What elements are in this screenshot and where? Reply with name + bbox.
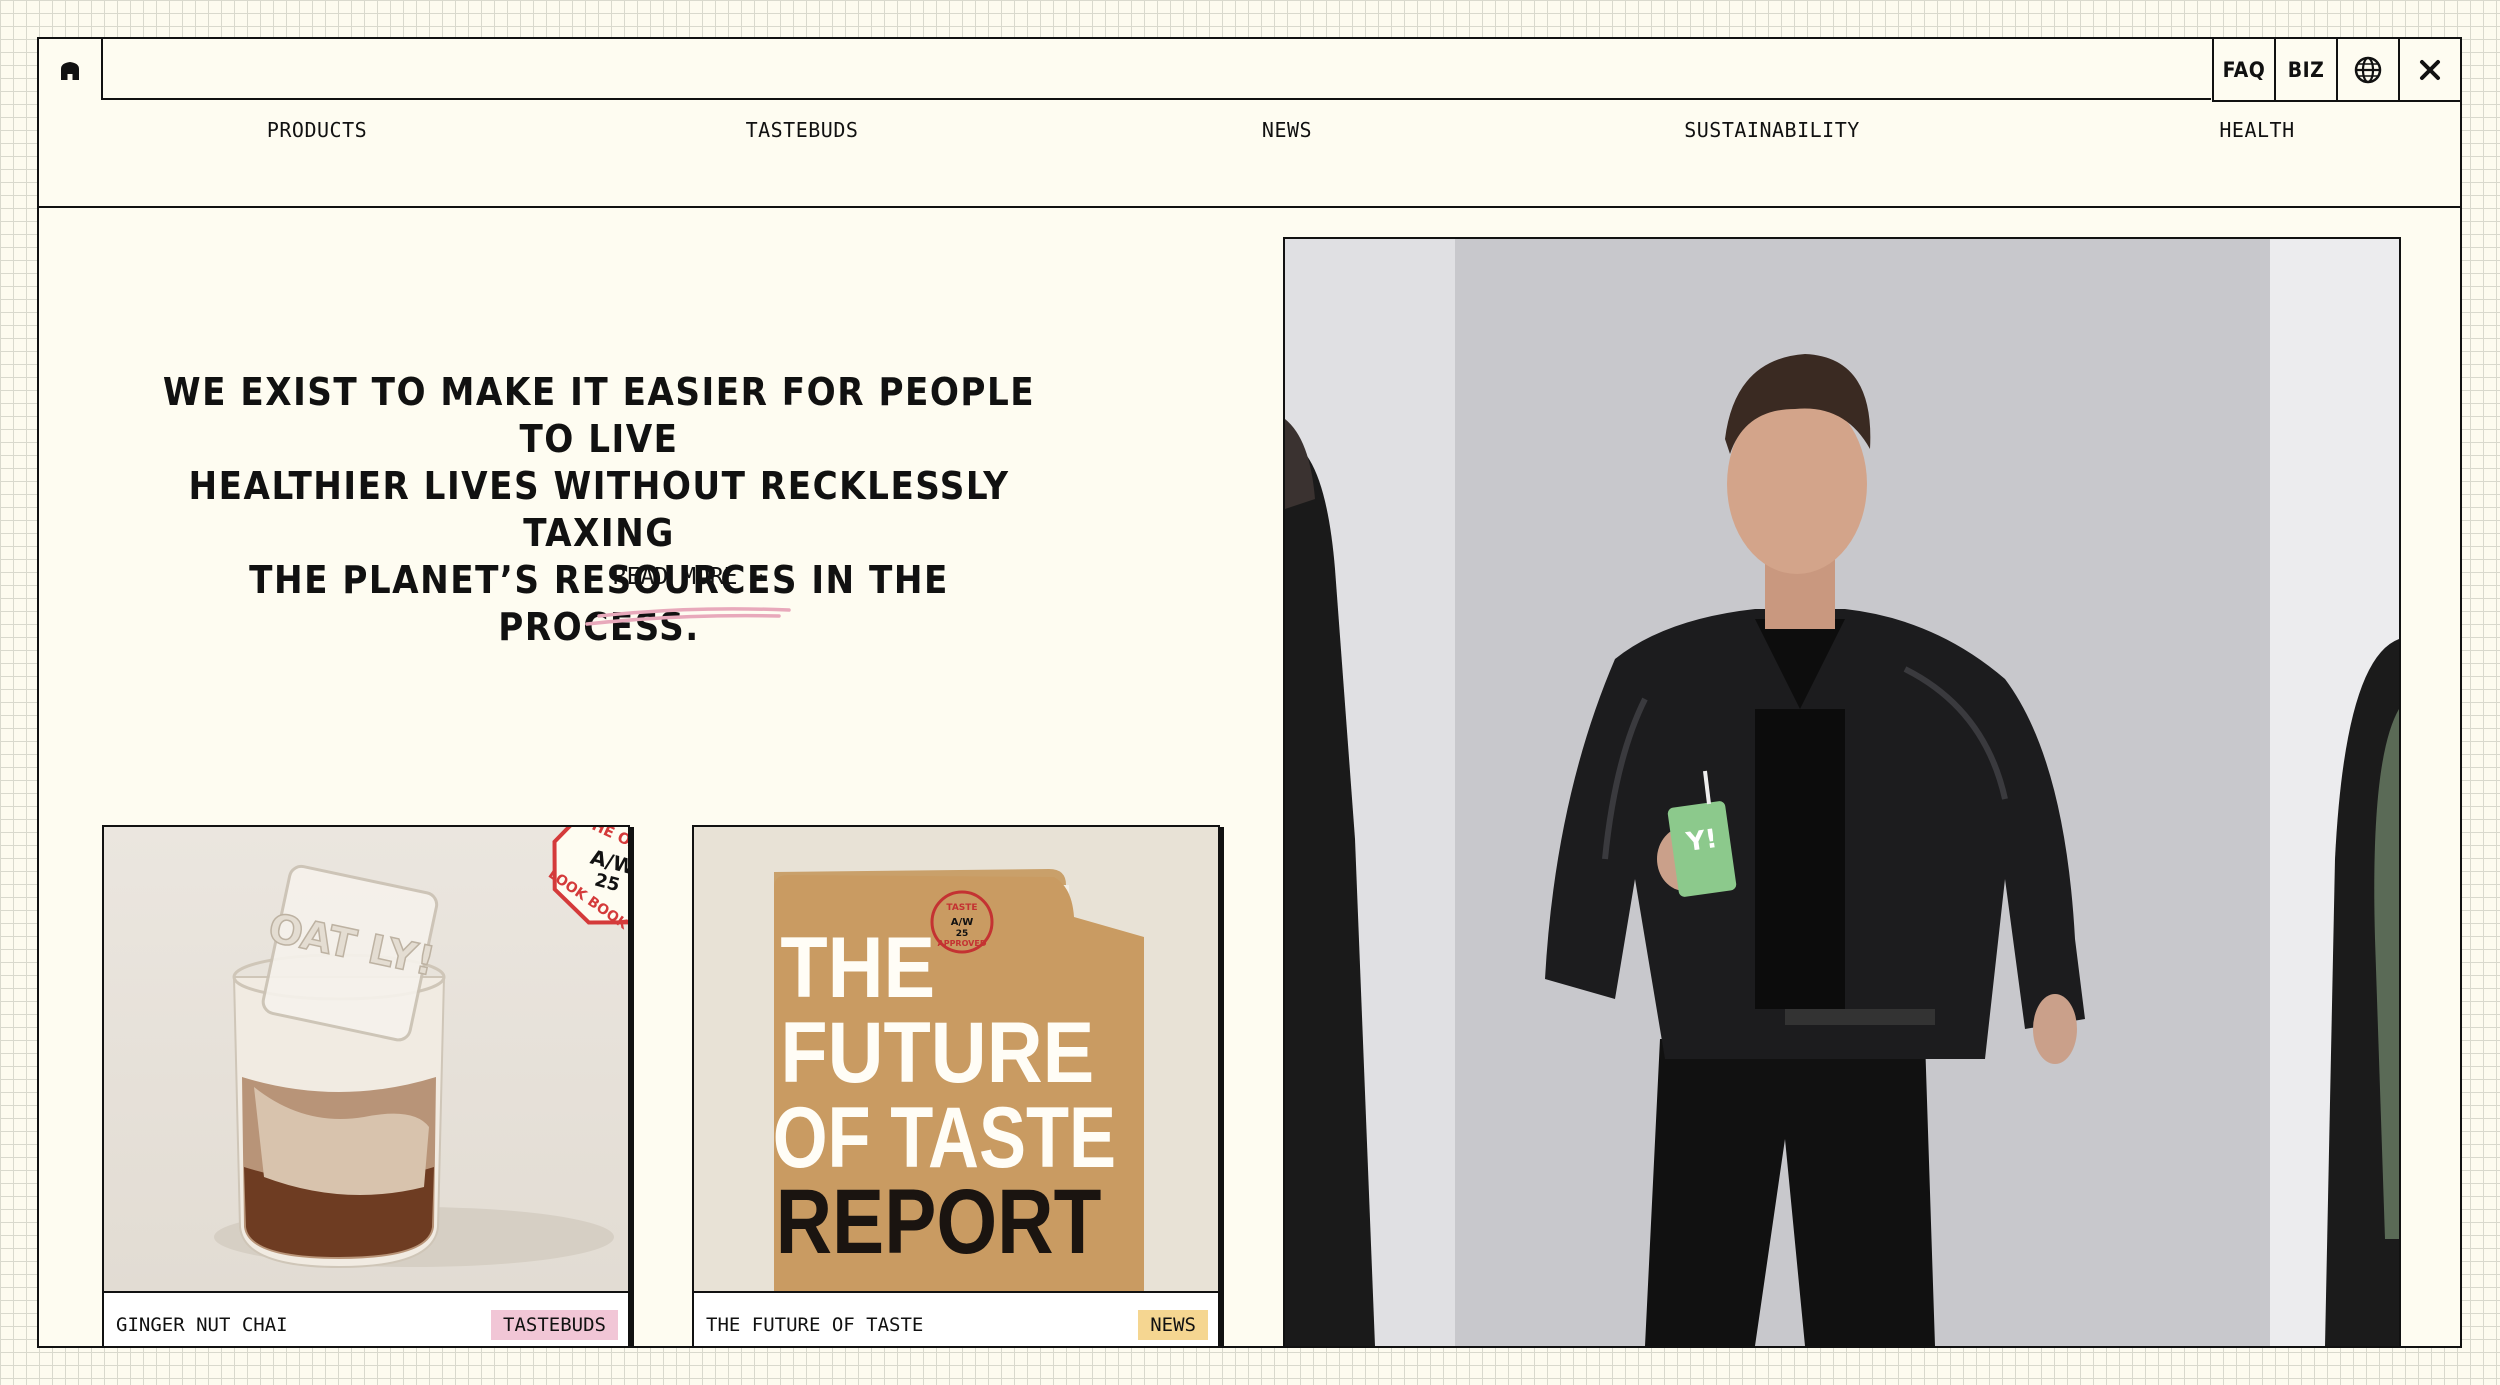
- nav-item-tastebuds[interactable]: TASTEBUDS: [552, 78, 1052, 182]
- read-more-link[interactable]: READ MORE →: [579, 564, 799, 634]
- card-shadow: [1220, 827, 1224, 1346]
- mission-line: HEALTHIER LIVES WITHOUT RECKLESSLY TAXIN…: [188, 464, 1010, 555]
- card-image: THE FUTURE OF TASTE REPORT TASTE A/W 25 …: [694, 827, 1218, 1293]
- category-badge-news[interactable]: NEWS: [1138, 1310, 1208, 1340]
- card-caption: THE FUTURE OF TASTE: [706, 1314, 924, 1336]
- nav-item-products[interactable]: PRODUCTS: [67, 78, 567, 182]
- taste-report-image: THE FUTURE OF TASTE REPORT TASTE A/W 25 …: [773, 869, 1144, 1291]
- nav-item-news[interactable]: NEWS: [1037, 78, 1537, 182]
- browser-frame: FAQ BIZ PRODUCTS TASTEBUDS NEWS SUSTAINA…: [37, 37, 2462, 1348]
- category-badge-tastebuds[interactable]: TASTEBUDS: [491, 1310, 618, 1340]
- cover-line-4: REPORT: [776, 1171, 1102, 1273]
- runway-model-image: Y!: [1285, 239, 2399, 1346]
- small-stamp-year: 25: [956, 929, 969, 939]
- main-nav: PRODUCTS TASTEBUDS NEWS SUSTAINABILITY H…: [39, 102, 2460, 208]
- cover-line-1: THE: [780, 920, 935, 1016]
- small-stamp-top: TASTE: [946, 903, 977, 913]
- cover-line-2: FUTURE: [780, 1005, 1094, 1101]
- read-more-label: READ MORE →: [612, 564, 766, 590]
- carton-text: Y!: [1684, 824, 1720, 858]
- nav-item-sustainability[interactable]: SUSTAINABILITY: [1522, 78, 2022, 182]
- small-stamp-bottom: APPROVED: [938, 939, 987, 948]
- mission-line: WE EXIST TO MAKE IT EASIER FOR PEOPLE TO…: [162, 370, 1036, 461]
- nav-label: HEALTH: [2219, 118, 2295, 142]
- small-stamp-middle: A/W: [951, 917, 973, 928]
- hero-photo-runway-model: Y!: [1283, 237, 2401, 1346]
- underline-scribble: [585, 607, 791, 626]
- nav-item-health[interactable]: HEALTH: [2007, 78, 2460, 182]
- article-card-ginger-nut-chai[interactable]: OAT LY! THE OATLY A/W 25 LOOK BOOK GINGE…: [102, 825, 634, 1346]
- chai-drink-image: OAT LY! THE OATLY A/W 25 LOOK BOOK: [214, 827, 628, 1269]
- card-caption: GINGER NUT CHAI: [116, 1314, 288, 1336]
- article-card-future-of-taste[interactable]: THE FUTURE OF TASTE REPORT TASTE A/W 25 …: [692, 825, 1224, 1346]
- nav-label: NEWS: [1261, 118, 1313, 142]
- card-shadow: [630, 827, 634, 1346]
- nav-label: PRODUCTS: [266, 118, 368, 142]
- nav-label: SUSTAINABILITY: [1684, 118, 1860, 142]
- card-image: OAT LY! THE OATLY A/W 25 LOOK BOOK: [104, 827, 628, 1293]
- nav-label: TASTEBUDS: [745, 118, 859, 142]
